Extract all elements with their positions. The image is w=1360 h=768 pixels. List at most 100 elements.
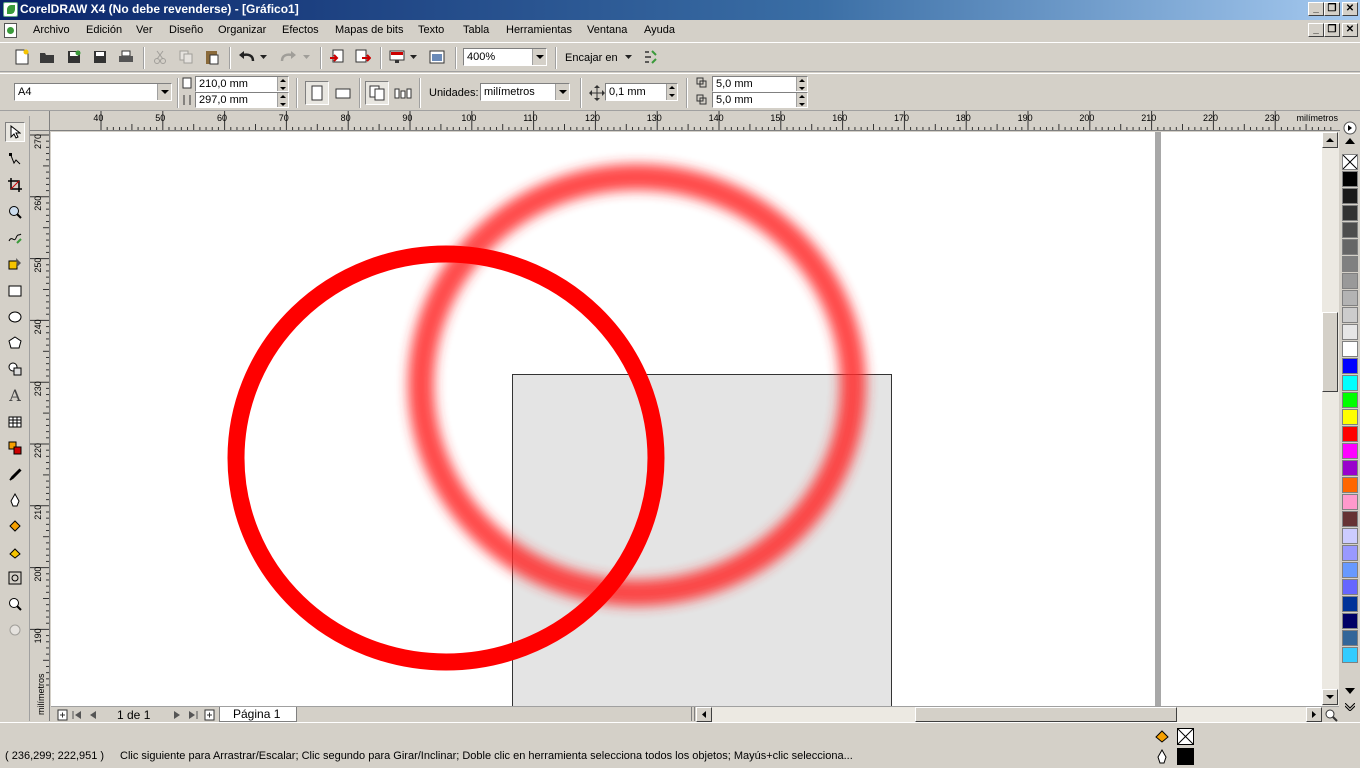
doc-close-button[interactable]: ✕ <box>1342 23 1358 37</box>
outline-tool-icon[interactable] <box>5 490 25 510</box>
height-spinner[interactable] <box>277 93 288 107</box>
zoom-page-icon[interactable] <box>5 568 25 588</box>
color-swatch[interactable] <box>1342 596 1358 612</box>
polygon-tool-icon[interactable] <box>5 333 25 353</box>
zoom-all-icon[interactable] <box>5 620 25 640</box>
import-icon[interactable] <box>327 47 347 67</box>
color-swatch[interactable] <box>1342 290 1358 306</box>
landscape-button[interactable] <box>332 82 354 104</box>
rectangle-tool-icon[interactable] <box>5 281 25 301</box>
redo-dropdown-icon[interactable] <box>300 47 312 67</box>
color-swatch[interactable] <box>1342 239 1358 255</box>
copy-icon[interactable] <box>176 47 196 67</box>
shape-tool-icon[interactable] <box>5 149 25 169</box>
freehand-tool-icon[interactable] <box>5 228 25 248</box>
scroll-up-button[interactable] <box>1322 132 1338 148</box>
chevron-down-icon[interactable] <box>555 84 569 100</box>
fill-tool-icon[interactable] <box>5 516 25 536</box>
interactive-fill-tool-icon[interactable] <box>5 542 25 562</box>
scroll-right-button[interactable] <box>1306 707 1322 722</box>
menu-efectos[interactable]: Efectos <box>282 24 319 36</box>
page-width-input[interactable]: 210,0 mm <box>195 76 289 92</box>
color-swatch[interactable] <box>1342 375 1358 391</box>
welcome-screen-icon[interactable] <box>427 47 447 67</box>
table-tool-icon[interactable] <box>5 412 25 432</box>
color-swatch[interactable] <box>1342 545 1358 561</box>
eyedropper-tool-icon[interactable] <box>5 464 25 484</box>
smart-fill-tool-icon[interactable] <box>5 254 25 274</box>
color-swatch[interactable] <box>1342 528 1358 544</box>
coreldraw-app-icon[interactable] <box>3 2 18 17</box>
undo-icon[interactable] <box>237 47 257 67</box>
new-document-icon[interactable] <box>12 47 32 67</box>
menu-tabla[interactable]: Tabla <box>463 24 489 36</box>
color-swatch[interactable] <box>1342 188 1358 204</box>
color-swatch[interactable] <box>1342 511 1358 527</box>
page-size-select[interactable]: A4 <box>14 83 172 101</box>
zoom-selection-icon[interactable] <box>5 594 25 614</box>
palette-expand-icon[interactable] <box>1340 700 1360 714</box>
nudge-distance-input[interactable]: 0,1 mm <box>605 83 678 101</box>
open-folder-icon[interactable] <box>37 47 57 67</box>
palette-scroll-up-icon[interactable] <box>1340 135 1360 147</box>
pick-tool-icon[interactable] <box>5 122 25 142</box>
vertical-scrollbar[interactable] <box>1322 132 1339 706</box>
portrait-button[interactable] <box>305 81 329 105</box>
dup-x-spinner[interactable] <box>796 77 807 91</box>
ruler-origin[interactable] <box>30 111 50 131</box>
snap-to-label[interactable]: Encajar en <box>565 52 618 64</box>
ellipse-tool-icon[interactable] <box>5 307 25 327</box>
vertical-scroll-thumb[interactable] <box>1322 312 1338 392</box>
zoom-tool-icon[interactable] <box>5 202 25 222</box>
color-swatch[interactable] <box>1342 307 1358 323</box>
no-color-swatch[interactable] <box>1342 154 1358 170</box>
duplicate-y-input[interactable]: 5,0 mm <box>712 92 808 108</box>
color-swatch[interactable] <box>1342 273 1358 289</box>
menu-ver[interactable]: Ver <box>136 24 153 36</box>
color-swatch[interactable] <box>1342 460 1358 476</box>
color-swatch[interactable] <box>1342 205 1358 221</box>
doc-restore-button[interactable]: ❐ <box>1324 23 1340 37</box>
page-tab[interactable]: Página 1 <box>219 707 297 722</box>
color-swatch[interactable] <box>1342 613 1358 629</box>
menu-diseno[interactable]: Diseño <box>169 24 203 36</box>
menu-organizar[interactable]: Organizar <box>218 24 266 36</box>
menu-mapas-de-bits[interactable]: Mapas de bits <box>335 24 403 36</box>
undo-dropdown-icon[interactable] <box>257 47 269 67</box>
launcher-dropdown-icon[interactable] <box>407 47 419 67</box>
horizontal-ruler[interactable]: 40 50 60 70 80 90 100 110 120 130 140 150 160 170 180 1… <box>50 111 1340 131</box>
options-icon[interactable] <box>640 47 660 67</box>
grey-rectangle[interactable] <box>512 374 892 707</box>
menu-herramientas[interactable]: Herramientas <box>506 24 572 36</box>
color-swatch[interactable] <box>1342 256 1358 272</box>
horizontal-scroll-thumb[interactable] <box>915 707 1177 722</box>
restore-button[interactable]: ❐ <box>1324 2 1340 16</box>
color-swatch[interactable] <box>1342 562 1358 578</box>
color-swatch[interactable] <box>1342 426 1358 442</box>
color-swatch[interactable] <box>1342 341 1358 357</box>
paste-icon[interactable] <box>202 47 222 67</box>
menu-archivo[interactable]: Archivo <box>33 24 70 36</box>
color-swatch[interactable] <box>1342 477 1358 493</box>
zoom-level-select[interactable]: 400% <box>463 48 547 66</box>
color-swatch[interactable] <box>1342 647 1358 663</box>
duplicate-x-input[interactable]: 5,0 mm <box>712 76 808 92</box>
interactive-blend-tool-icon[interactable] <box>5 438 25 458</box>
minimize-button[interactable]: _ <box>1308 2 1324 16</box>
fill-none-swatch[interactable] <box>1177 728 1194 745</box>
color-swatch[interactable] <box>1342 494 1358 510</box>
color-swatch[interactable] <box>1342 409 1358 425</box>
export-icon[interactable] <box>353 47 373 67</box>
basic-shapes-tool-icon[interactable] <box>5 359 25 379</box>
vertical-ruler[interactable]: 270 260 250 240 230 220 210 200 190 milímetros <box>30 131 50 721</box>
outline-color-swatch[interactable] <box>1177 748 1194 765</box>
menu-edicion[interactable]: Edición <box>86 24 122 36</box>
print-icon[interactable] <box>116 47 136 67</box>
chevron-down-icon[interactable] <box>157 84 171 100</box>
cut-icon[interactable] <box>150 47 170 67</box>
page-height-input[interactable]: 297,0 mm <box>195 92 289 108</box>
menu-ventana[interactable]: Ventana <box>587 24 627 36</box>
menu-texto[interactable]: Texto <box>418 24 444 36</box>
color-swatch[interactable] <box>1342 358 1358 374</box>
menu-ayuda[interactable]: Ayuda <box>644 24 675 36</box>
